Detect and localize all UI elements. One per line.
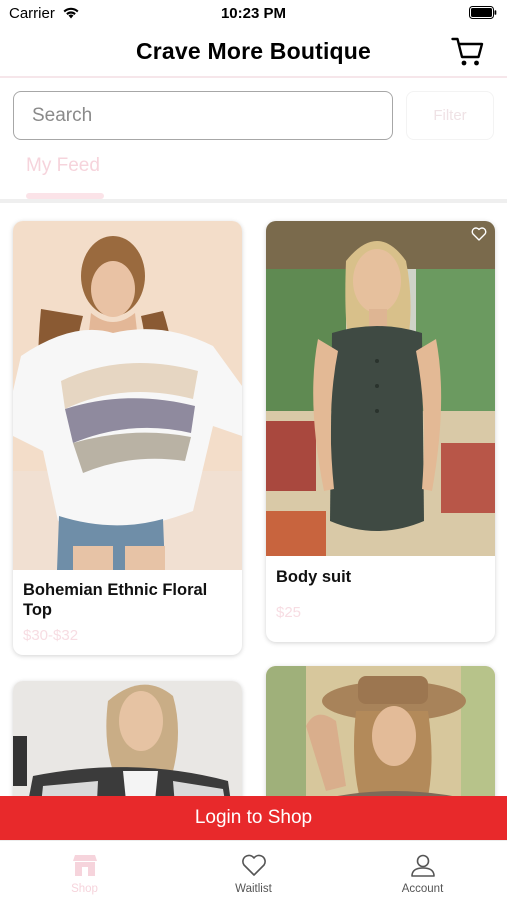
tab-account[interactable]: Account (338, 841, 507, 900)
product-image (266, 221, 495, 556)
search-input[interactable] (13, 91, 393, 140)
user-icon (410, 854, 435, 877)
login-to-shop-button[interactable]: Login to Shop (0, 796, 507, 840)
page-title: Crave More Boutique (135, 38, 372, 64)
heart-icon[interactable] (471, 227, 487, 246)
tab-bar: Shop Waitlist Account (0, 840, 507, 900)
battery-icon (469, 6, 497, 24)
filter-button[interactable]: Filter (406, 91, 494, 140)
tab-account-label: Account (401, 883, 444, 895)
section-divider (0, 199, 507, 203)
tab-shop-label: Shop (71, 883, 98, 895)
product-card[interactable]: Body suit $25 (266, 221, 495, 642)
product-price: $30-$32 (23, 627, 79, 644)
status-bar: Carrier 10:23 PM (0, 0, 507, 26)
shop-icon (72, 855, 97, 876)
tab-waitlist[interactable]: Waitlist (169, 841, 338, 900)
tab-my-feed-label: My Feed (26, 155, 100, 176)
product-price: $25 (276, 604, 302, 621)
product-name: Body suit (276, 568, 352, 586)
nav-bar: Crave More Boutique (0, 26, 507, 78)
product-card[interactable]: Bohemian Ethnic Floral Top $30-$32 (13, 221, 242, 655)
product-image (13, 221, 242, 570)
status-time: 10:23 PM (220, 5, 287, 22)
product-name: Bohemian Ethnic Floral Top (23, 581, 208, 619)
cart-icon[interactable] (451, 36, 485, 73)
tab-waitlist-label: Waitlist (235, 883, 272, 895)
heart-icon (241, 854, 266, 876)
tab-shop[interactable]: Shop (0, 841, 169, 900)
tab-my-feed[interactable]: My Feed (26, 155, 104, 199)
